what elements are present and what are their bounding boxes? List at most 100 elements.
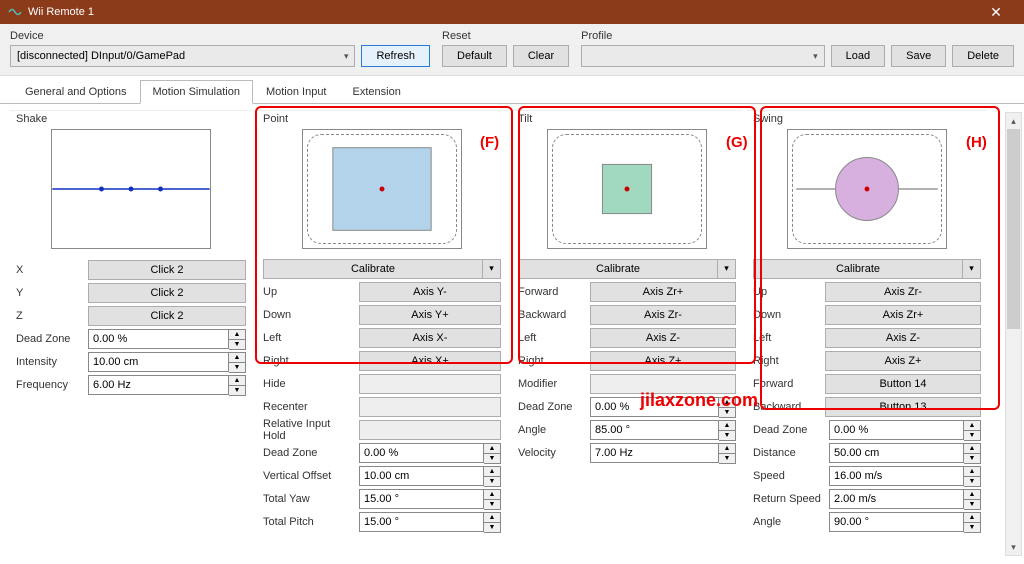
shake-y-button[interactable]: Click 2 (88, 283, 246, 303)
point-calibrate-button[interactable]: Calibrate (263, 259, 483, 279)
refresh-button[interactable]: Refresh (361, 45, 430, 67)
row-label: Hide (263, 378, 355, 390)
row-label: Up (263, 286, 355, 298)
chevron-down-icon: ▾ (813, 51, 818, 62)
profile-combo[interactable]: ▾ (581, 45, 824, 67)
scroll-down-icon[interactable]: ▾ (1006, 539, 1021, 555)
row-label: Angle (753, 516, 825, 528)
spinner-buttons[interactable]: ▲▼ (719, 420, 736, 441)
swing-angle-input[interactable]: 90.00 ° (829, 512, 964, 532)
row-label: Up (753, 286, 821, 298)
swing-deadzone-input[interactable]: 0.00 % (829, 420, 964, 440)
panel-point: Point Calibrate▾ UpAxis Y- DownAxis Y+ L… (257, 110, 507, 540)
close-button[interactable]: ✕ (976, 4, 1016, 21)
row-label: Y (16, 287, 84, 299)
swing-calibrate-dropdown[interactable]: ▾ (963, 259, 981, 279)
point-yaw-input[interactable]: 15.00 ° (359, 489, 484, 509)
spinner-buttons[interactable]: ▲▼ (229, 329, 246, 350)
swing-up-button[interactable]: Axis Zr- (825, 282, 981, 302)
tilt-deadzone-input[interactable]: 0.00 % (590, 397, 719, 417)
row-label: Dead Zone (518, 401, 586, 413)
shake-z-button[interactable]: Click 2 (88, 306, 246, 326)
row-label: Forward (518, 286, 586, 298)
row-label: Modifier (518, 378, 586, 390)
row-label: Right (263, 355, 355, 367)
spinner-buttons[interactable]: ▲▼ (229, 352, 246, 373)
row-label: Recenter (263, 401, 355, 413)
spinner-buttons[interactable]: ▲▼ (964, 466, 981, 487)
tab-extension[interactable]: Extension (340, 80, 414, 104)
row-label: Forward (753, 378, 821, 390)
tilt-left-button[interactable]: Axis Z- (590, 328, 736, 348)
tilt-velocity-input[interactable]: 7.00 Hz (590, 443, 719, 463)
spinner-buttons[interactable]: ▲▼ (484, 489, 501, 510)
point-deadzone-input[interactable]: 0.00 % (359, 443, 484, 463)
tilt-modifier-button[interactable] (590, 374, 736, 394)
point-recenter-button[interactable] (359, 397, 501, 417)
tilt-right-button[interactable]: Axis Z+ (590, 351, 736, 371)
spinner-buttons[interactable]: ▲▼ (229, 375, 246, 396)
row-label: Vertical Offset (263, 470, 355, 482)
tilt-backward-button[interactable]: Axis Zr- (590, 305, 736, 325)
spinner-buttons[interactable]: ▲▼ (484, 443, 501, 464)
spinner-buttons[interactable]: ▲▼ (964, 443, 981, 464)
swing-diagram (787, 129, 947, 249)
device-value: [disconnected] DInput/0/GamePad (17, 50, 185, 62)
point-relhold-button[interactable] (359, 420, 501, 440)
scroll-up-icon[interactable]: ▴ (1006, 113, 1021, 129)
default-button[interactable]: Default (442, 45, 507, 67)
content-area: Shake XClick 2 YClick 2 ZClick 2 Dead Zo… (0, 104, 1024, 564)
shake-intensity-input[interactable]: 10.00 cm (88, 352, 229, 372)
spinner-buttons[interactable]: ▲▼ (484, 512, 501, 533)
swing-left-button[interactable]: Axis Z- (825, 328, 981, 348)
swing-calibrate-button[interactable]: Calibrate (753, 259, 963, 279)
row-label: Dead Zone (263, 447, 355, 459)
panel-title-point: Point (263, 113, 501, 125)
shake-x-button[interactable]: Click 2 (88, 260, 246, 280)
swing-forward-button[interactable]: Button 14 (825, 374, 981, 394)
point-left-button[interactable]: Axis X- (359, 328, 501, 348)
tilt-angle-input[interactable]: 85.00 ° (590, 420, 719, 440)
swing-retspeed-input[interactable]: 2.00 m/s (829, 489, 964, 509)
spinner-buttons[interactable]: ▲▼ (719, 443, 736, 464)
swing-backward-button[interactable]: Button 13 (825, 397, 981, 417)
spinner-buttons[interactable]: ▲▼ (964, 489, 981, 510)
load-button[interactable]: Load (831, 45, 885, 67)
tilt-forward-button[interactable]: Axis Zr+ (590, 282, 736, 302)
tilt-calibrate-dropdown[interactable]: ▾ (718, 259, 736, 279)
swing-distance-input[interactable]: 50.00 cm (829, 443, 964, 463)
toolbar: Device [disconnected] DInput/0/GamePad ▾… (0, 24, 1024, 76)
spinner-buttons[interactable]: ▲▼ (964, 512, 981, 533)
tab-motion-simulation[interactable]: Motion Simulation (140, 80, 253, 104)
delete-button[interactable]: Delete (952, 45, 1014, 67)
row-label: Intensity (16, 356, 84, 368)
vertical-scrollbar[interactable]: ▴ ▾ (1005, 112, 1022, 556)
spinner-buttons[interactable]: ▲▼ (964, 420, 981, 441)
row-label: Backward (753, 401, 821, 413)
window-title: Wii Remote 1 (28, 6, 94, 18)
tab-motion-input[interactable]: Motion Input (253, 80, 340, 104)
panel-tilt: Tilt Calibrate▾ ForwardAxis Zr+ Backward… (512, 110, 742, 540)
swing-speed-input[interactable]: 16.00 m/s (829, 466, 964, 486)
save-button[interactable]: Save (891, 45, 946, 67)
shake-frequency-input[interactable]: 6.00 Hz (88, 375, 229, 395)
swing-right-button[interactable]: Axis Z+ (825, 351, 981, 371)
point-right-button[interactable]: Axis X+ (359, 351, 501, 371)
shake-diagram (51, 129, 211, 249)
point-calibrate-dropdown[interactable]: ▾ (483, 259, 501, 279)
point-hide-button[interactable] (359, 374, 501, 394)
point-down-button[interactable]: Axis Y+ (359, 305, 501, 325)
point-pitch-input[interactable]: 15.00 ° (359, 512, 484, 532)
tilt-calibrate-button[interactable]: Calibrate (518, 259, 718, 279)
point-up-button[interactable]: Axis Y- (359, 282, 501, 302)
spinner-buttons[interactable]: ▲▼ (719, 397, 736, 418)
spinner-buttons[interactable]: ▲▼ (484, 466, 501, 487)
clear-button[interactable]: Clear (513, 45, 569, 67)
shake-deadzone-input[interactable]: 0.00 % (88, 329, 229, 349)
point-voffset-input[interactable]: 10.00 cm (359, 466, 484, 486)
row-label: Distance (753, 447, 825, 459)
tab-general[interactable]: General and Options (12, 80, 140, 104)
swing-down-button[interactable]: Axis Zr+ (825, 305, 981, 325)
scroll-thumb[interactable] (1007, 129, 1020, 329)
device-combo[interactable]: [disconnected] DInput/0/GamePad ▾ (10, 45, 355, 67)
